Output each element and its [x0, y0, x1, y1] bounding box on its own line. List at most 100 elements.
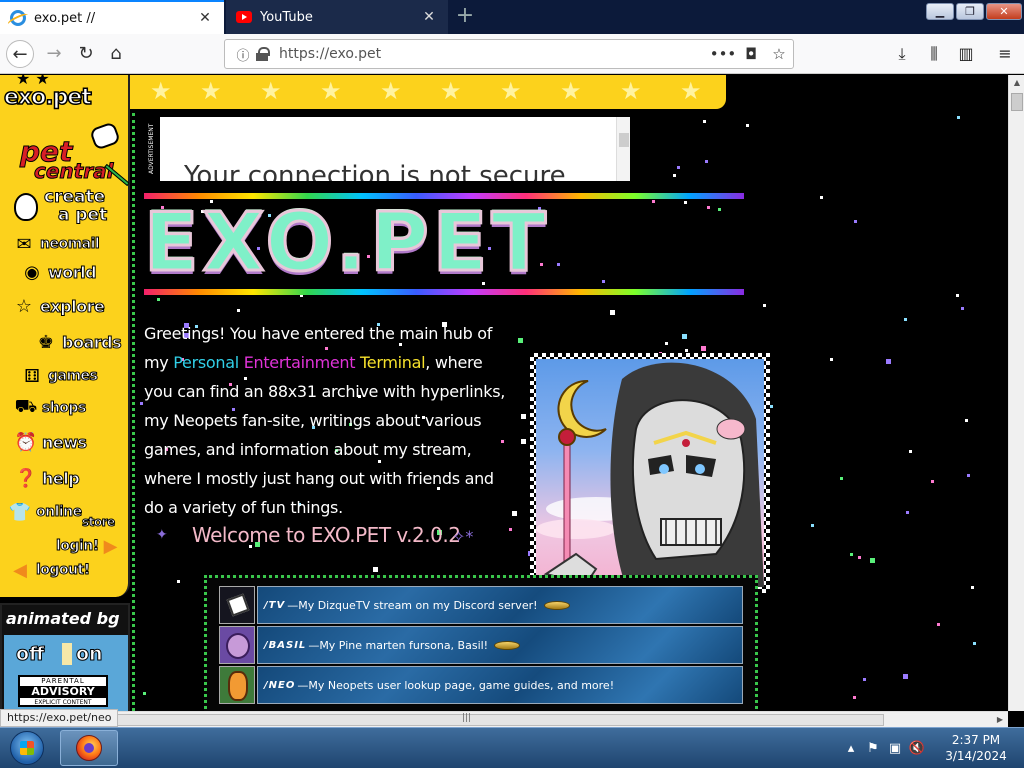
pocket-icon[interactable]: ◘: [737, 45, 765, 63]
sidebar-item-label: news: [42, 432, 88, 452]
tab-exo-pet[interactable]: exo.pet // ✕: [0, 0, 224, 34]
download-icon[interactable]: ⤓: [890, 42, 914, 66]
pet-central-link[interactable]: pet central: [19, 121, 130, 193]
sidebar-item-explore[interactable]: ☆ explore: [12, 295, 105, 317]
minimize-button[interactable]: ▁: [926, 3, 954, 20]
link-description: —My Pine marten fursona, Basil!: [308, 638, 489, 652]
network-icon[interactable]: ▣: [884, 741, 906, 756]
arrow-right-icon: ▶: [103, 535, 118, 557]
sidebar-item-label: store: [82, 515, 116, 530]
home-button[interactable]: ⌂: [102, 40, 130, 68]
sidebar-item-label: help: [41, 468, 80, 488]
advertisement-label: ADVERTISEMENT: [148, 117, 160, 181]
sparkle-icon: ✦: [156, 527, 168, 543]
tab-bar: exo.pet // ✕ YouTube ✕ + ▁ ❐ ✕: [0, 0, 1024, 34]
tab-title: YouTube: [260, 9, 313, 25]
skull-with-wand-illustration: [536, 362, 764, 587]
bookmark-star-icon[interactable]: ☆: [765, 45, 793, 63]
animated-bg-on-button[interactable]: on: [76, 643, 104, 666]
ie-icon: [10, 10, 26, 26]
page-actions-icon[interactable]: •••: [709, 45, 737, 63]
site-title: EXO.PET: [143, 196, 550, 289]
sidebar-item-boards[interactable]: ♚ boards: [34, 331, 122, 353]
url-text[interactable]: https://exo.pet: [279, 46, 709, 62]
vertical-scrollbar-thumb[interactable]: [1011, 93, 1023, 111]
library-icon[interactable]: ⫼: [922, 42, 946, 66]
close-window-button[interactable]: ✕: [986, 3, 1022, 20]
animated-bg-off-button[interactable]: off: [15, 643, 44, 666]
help-icon: ❓: [14, 467, 38, 489]
maximize-button[interactable]: ❐: [956, 3, 984, 20]
link-tv[interactable]: /TV —My DizqueTV stream on my Discord se…: [257, 586, 743, 624]
tab-youtube[interactable]: YouTube ✕: [226, 0, 448, 34]
star-icon: ★: [560, 77, 582, 105]
horizontal-scrollbar-thumb[interactable]: |||: [16, 713, 884, 726]
show-hidden-icons-icon[interactable]: ▴: [840, 741, 862, 756]
sidebar-icon[interactable]: ▥: [954, 42, 978, 66]
sidebar-panel: ★ ★ exo.pet pet central create a pet ✉ n…: [0, 75, 130, 597]
sparkle-icon: ✧*: [452, 527, 474, 546]
firefox-icon: [76, 735, 102, 761]
sidebar-item-label: neomail: [39, 236, 100, 253]
sidebar-item-label: games: [47, 368, 98, 385]
animated-bg-toggle: animated bg off on PARENTAL ADVISORY EXP…: [0, 603, 130, 711]
star-icon: ★: [320, 77, 342, 105]
volume-muted-icon[interactable]: 🔇: [906, 741, 928, 756]
close-tab-icon[interactable]: ✕: [420, 9, 438, 25]
sidebar-item-news[interactable]: ⏰ news: [14, 431, 88, 453]
sidebar-item-login[interactable]: login! ▶: [52, 535, 123, 557]
ad-scrollbar[interactable]: [616, 117, 630, 181]
lock-icon[interactable]: [255, 47, 271, 61]
info-icon[interactable]: ⓘ: [231, 45, 255, 64]
sidebar-item-world[interactable]: ◉ world: [20, 261, 97, 283]
close-tab-icon[interactable]: ✕: [196, 10, 214, 26]
reload-button[interactable]: ↻: [72, 40, 100, 68]
basil-thumbnail-icon: [219, 626, 255, 664]
vertical-scrollbar[interactable]: ▲: [1008, 75, 1024, 711]
link-neo[interactable]: /NEO —My Neopets user lookup page, game …: [257, 666, 743, 704]
horizontal-scrollbar[interactable]: ||| ▶: [0, 711, 1008, 727]
sidebar-item-help[interactable]: ❓ help: [14, 467, 80, 489]
scroll-up-icon[interactable]: ▲: [1009, 75, 1024, 91]
site-logo[interactable]: exo.pet: [3, 84, 92, 111]
star-icon: ★: [680, 77, 702, 105]
sidebar-item-neomail[interactable]: ✉ neomail: [12, 233, 100, 255]
rainbow-divider: [144, 289, 744, 295]
badge-icon: [494, 640, 521, 650]
sidebar-item-store-label[interactable]: store: [78, 515, 116, 530]
advertisement-text: Your connection is not secure: [184, 161, 566, 181]
star-icon: ★: [440, 77, 462, 105]
star-icon: ★: [200, 77, 222, 105]
new-tab-button[interactable]: +: [452, 4, 478, 30]
url-bar[interactable]: ⓘ https://exo.pet ••• ◘ ☆: [224, 39, 794, 69]
sidebar-item-games[interactable]: ⚅ games: [20, 365, 98, 387]
back-button[interactable]: ←: [6, 40, 34, 68]
action-center-flag-icon[interactable]: ⚑: [862, 741, 884, 756]
links-panel: /TV —My DizqueTV stream on my Discord se…: [204, 575, 758, 711]
sidebar-item-label: boards: [61, 332, 122, 352]
taskbar: ▴ ⚑ ▣ 🔇 2:37 PM 3/14/2024: [0, 727, 1024, 768]
sidebar-item-online-store[interactable]: 👕 online: [8, 501, 83, 523]
forward-button[interactable]: →: [40, 40, 68, 68]
sidebar-item-shops[interactable]: ⛟ shops: [14, 396, 87, 419]
link-row-neo[interactable]: /NEO —My Neopets user lookup page, game …: [219, 666, 743, 704]
start-button[interactable]: [4, 729, 50, 767]
arrow-left-icon: ◀: [13, 559, 27, 581]
parental-advisory-label: PARENTAL ADVISORY EXPLICIT CONTENT: [18, 675, 108, 707]
globe-icon: ◉: [24, 261, 40, 283]
toggle-divider: [62, 643, 72, 665]
scroll-right-icon[interactable]: ▶: [992, 712, 1008, 728]
clock[interactable]: 2:37 PM 3/14/2024: [936, 732, 1016, 764]
link-row-basil[interactable]: /BASIL —My Pine marten fursona, Basil!: [219, 626, 743, 664]
windows-logo-icon: [10, 731, 44, 765]
create-a-pet-link[interactable]: create a pet: [14, 187, 128, 229]
menu-icon[interactable]: ≡: [993, 42, 1017, 66]
taskbar-firefox-button[interactable]: [60, 730, 118, 766]
advertisement-frame[interactable]: ADVERTISEMENT Your connection is not sec…: [148, 117, 630, 181]
ad-scrollbar-thumb[interactable]: [619, 133, 629, 147]
sidebar-item-logout[interactable]: ◀ logout!: [8, 559, 91, 581]
page-viewport: ★ ★ ★ ★ ★ ★ ★ ★ ★ ★ ★ ★ exo.pet pet cent…: [0, 75, 1008, 711]
link-basil[interactable]: /BASIL —My Pine marten fursona, Basil!: [257, 626, 743, 664]
clock-date: 3/14/2024: [945, 749, 1007, 763]
link-row-tv[interactable]: /TV —My DizqueTV stream on my Discord se…: [219, 586, 743, 624]
